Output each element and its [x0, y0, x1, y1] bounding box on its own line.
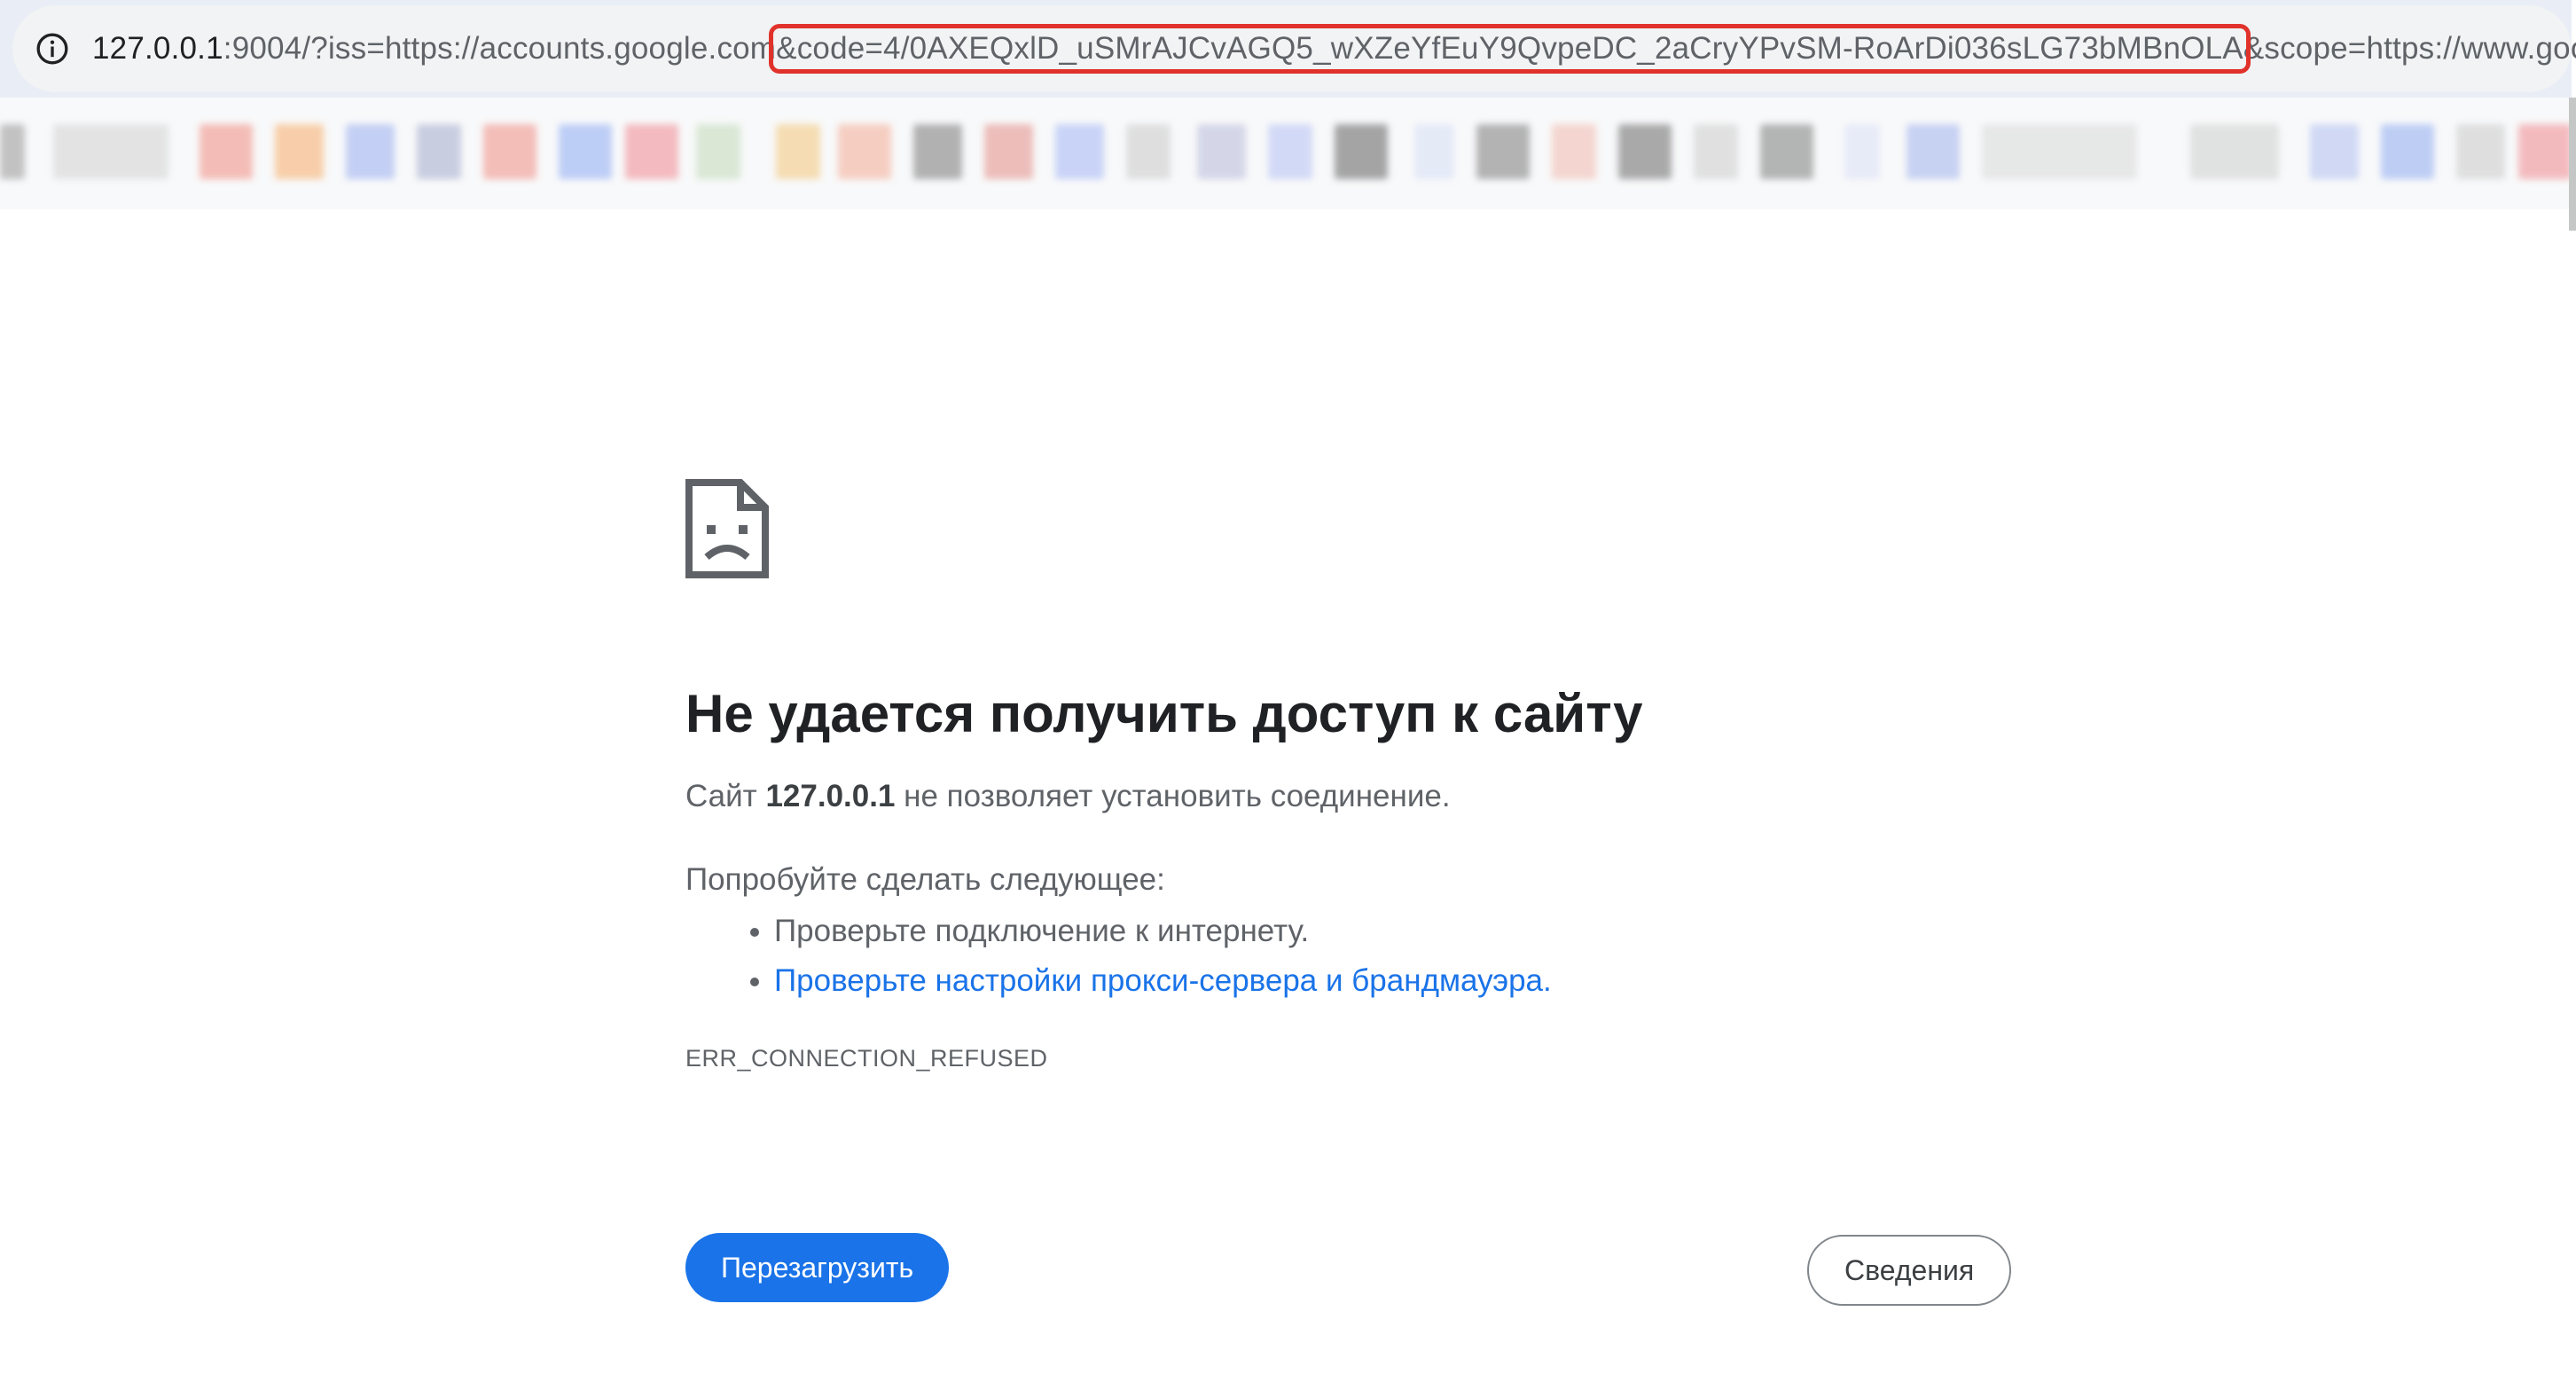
bookmark-item[interactable]	[275, 124, 324, 179]
bookmark-item[interactable]	[776, 124, 820, 179]
bookmark-item[interactable]	[1844, 124, 1880, 179]
bookmark-item[interactable]	[1197, 124, 1246, 179]
bookmark-item[interactable]	[1694, 124, 1738, 179]
error-lead: Сайт 127.0.0.1 не позволяет установить с…	[685, 779, 2016, 814]
bookmark-item[interactable]	[2310, 124, 2359, 179]
url-host: 127.0.0.1	[92, 31, 223, 66]
omnibox[interactable]: 127.0.0.1:9004/?iss=https://accounts.goo…	[12, 5, 2576, 92]
bookmark-item[interactable]	[1760, 124, 1813, 179]
bookmark-item[interactable]	[2518, 124, 2572, 179]
url-rest: &scope=https://www.googlea...	[2243, 31, 2576, 66]
lead-suffix: не позволяет установить соединение.	[895, 779, 1451, 813]
scrollbar[interactable]	[2569, 98, 2576, 231]
bookmark-item[interactable]	[417, 124, 461, 179]
bookmark-item[interactable]	[1618, 124, 1672, 179]
bookmark-item[interactable]	[838, 124, 891, 179]
bookmark-item[interactable]	[1982, 124, 2137, 179]
url-port-path: :9004/?iss=https://accounts.google.com	[223, 31, 777, 66]
bookmark-item[interactable]	[625, 124, 678, 179]
bookmarks-bar	[0, 98, 2576, 209]
suggestions-heading: Попробуйте сделать следующее:	[685, 862, 1165, 897]
error-code: ERR_CONNECTION_REFUSED	[685, 1045, 1048, 1072]
error-content: Не удается получить доступ к сайту Сайт …	[685, 479, 2016, 1072]
bookmark-item[interactable]	[984, 124, 1033, 179]
bookmark-item[interactable]	[1552, 124, 1596, 179]
error-title: Не удается получить доступ к сайту	[685, 684, 1643, 743]
bookmark-item[interactable]	[1476, 124, 1530, 179]
bookmark-item[interactable]	[1335, 124, 1388, 179]
bookmark-item[interactable]	[2190, 124, 2279, 179]
bookmark-item[interactable]	[1126, 124, 1171, 179]
suggestion-item: Проверьте подключение к интернету.	[774, 914, 2016, 949]
details-button[interactable]: Сведения	[1807, 1235, 2012, 1306]
lead-prefix: Сайт	[685, 779, 766, 813]
suggestions-list: Проверьте подключение к интернету. Прове…	[685, 914, 2016, 999]
info-icon[interactable]	[32, 28, 73, 69]
error-actions: Перезагрузить Сведения	[685, 1233, 2016, 1308]
bookmark-item[interactable]	[200, 124, 253, 179]
url-highlighted-code: &code=4/0AXEQxlD_uSMrAJCvAGQ5_wXZeYfEuY9…	[769, 24, 2251, 74]
bookmark-item[interactable]	[1907, 124, 1960, 179]
bookmark-item[interactable]	[696, 124, 740, 179]
lead-host: 127.0.0.1	[765, 779, 896, 813]
bookmark-item[interactable]	[913, 124, 962, 179]
bookmark-item[interactable]	[2456, 124, 2505, 179]
bookmark-item[interactable]	[346, 124, 395, 179]
bookmark-item[interactable]	[1055, 124, 1104, 179]
suggestion-item: Проверьте настройки прокси-сервера и бра…	[774, 963, 2016, 999]
url-text[interactable]: 127.0.0.1:9004/?iss=https://accounts.goo…	[92, 24, 2576, 74]
proxy-settings-link[interactable]: Проверьте настройки прокси-сервера и бра…	[774, 963, 1552, 998]
address-bar: 127.0.0.1:9004/?iss=https://accounts.goo…	[0, 0, 2576, 98]
bookmark-item[interactable]	[1268, 124, 1312, 179]
bookmark-item[interactable]	[0, 124, 25, 179]
bookmark-item[interactable]	[1414, 124, 1454, 179]
sad-document-icon	[685, 479, 769, 578]
suggestion-text: Проверьте подключение к интернету.	[774, 914, 1310, 948]
bookmark-item[interactable]	[53, 124, 168, 179]
reload-button[interactable]: Перезагрузить	[685, 1233, 950, 1302]
bookmark-item[interactable]	[2381, 124, 2434, 179]
bookmark-item[interactable]	[559, 124, 612, 179]
bookmark-item[interactable]	[483, 124, 536, 179]
